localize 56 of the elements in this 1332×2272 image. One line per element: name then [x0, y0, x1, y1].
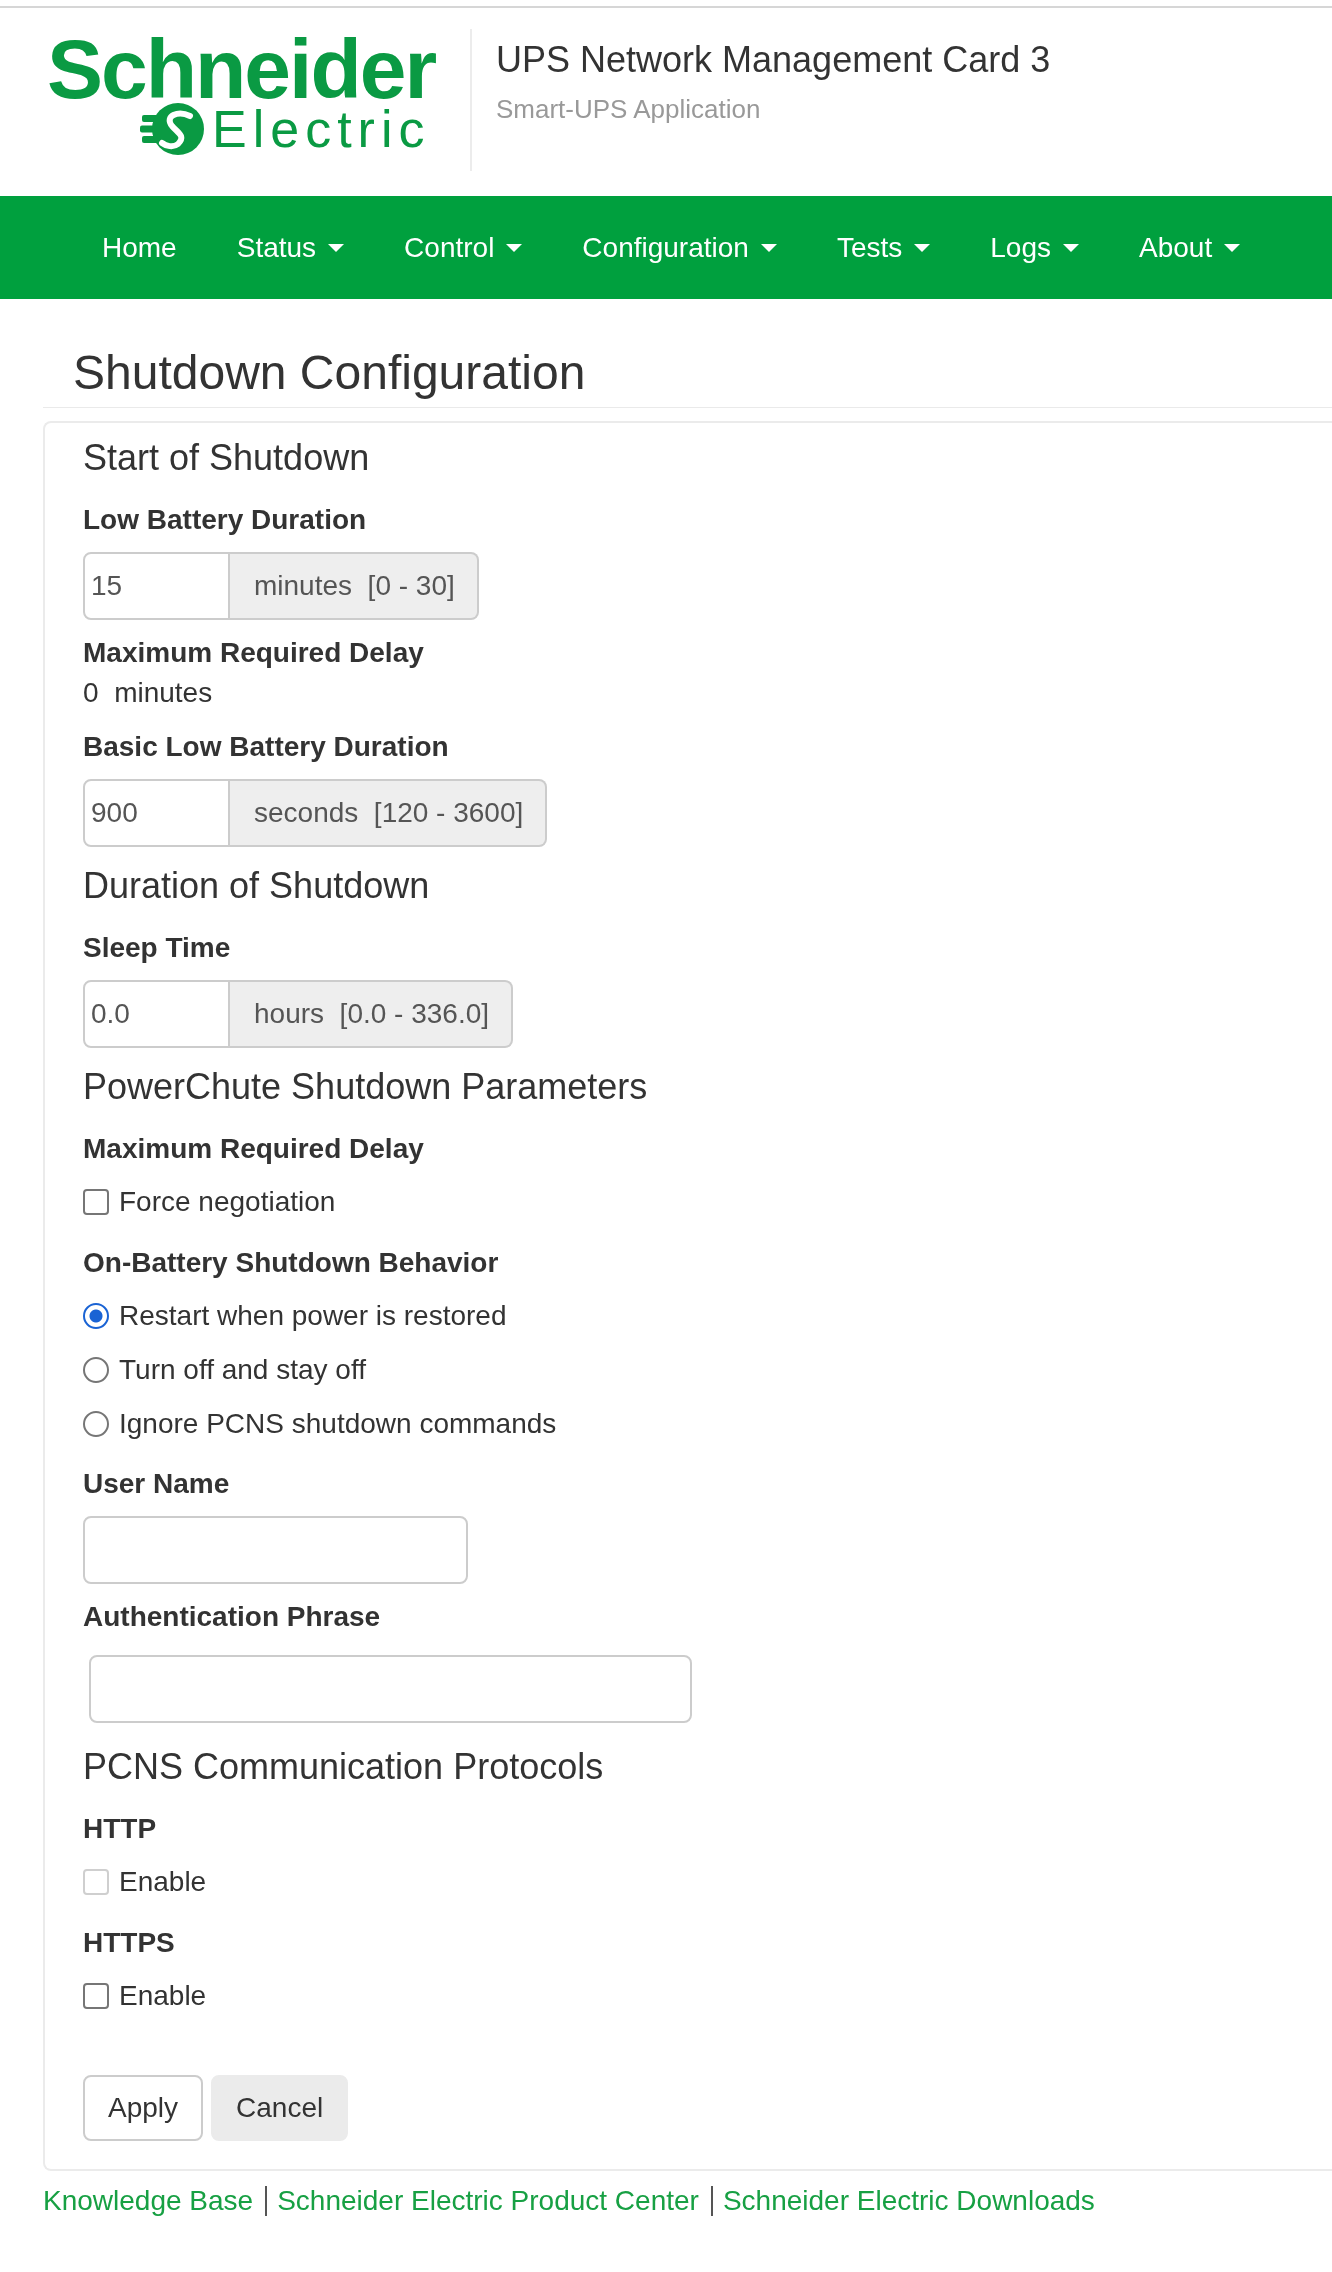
checkbox-label: Enable — [119, 1865, 207, 1899]
field-label: Sleep Time — [83, 931, 231, 965]
form-button[interactable]: Apply — [83, 2075, 204, 2141]
checkbox-label: Force negotiation — [119, 1185, 336, 1219]
unit-addon: hours [0.0 - 336.0] — [230, 980, 514, 1048]
field-label: Maximum Required Delay — [83, 636, 424, 670]
section-heading: PCNS Communication Protocols — [83, 1747, 604, 1787]
radio-label: Turn off and stay off — [119, 1353, 366, 1387]
footer-link[interactable]: Schneider Electric Downloads — [722, 2181, 1095, 2221]
number-input[interactable]: 0.0 — [83, 980, 230, 1048]
caret-icon — [506, 243, 523, 252]
field-label: Authentication Phrase — [83, 1600, 381, 1634]
nav-link[interactable]: Tests — [806, 227, 961, 268]
app-title: UPS Network Management Card 3 — [496, 40, 1051, 80]
nav-link[interactable]: Status — [206, 227, 375, 268]
field-label: User Name — [83, 1467, 230, 1501]
radio-button[interactable] — [83, 1303, 109, 1329]
unit-addon: minutes [0 - 30] — [230, 552, 479, 620]
section-heading: PowerChute Shutdown Parameters — [83, 1067, 648, 1107]
footer-link[interactable]: Schneider Electric Product Center — [277, 2181, 699, 2221]
caret-icon — [1063, 243, 1079, 252]
field-label: HTTPS — [83, 1926, 175, 1960]
radio-button[interactable] — [83, 1411, 109, 1437]
nav-link[interactable]: About — [1109, 227, 1271, 268]
checkbox[interactable] — [83, 1189, 109, 1215]
field-label: Basic Low Battery Duration — [83, 730, 449, 764]
nav-link[interactable]: Logs — [960, 227, 1109, 268]
caret-icon — [760, 243, 777, 252]
radio-label: Restart when power is restored — [119, 1299, 507, 1333]
radio-label: Ignore PCNS shutdown commands — [119, 1407, 557, 1441]
caret-icon — [1224, 243, 1241, 252]
number-input[interactable]: 15 — [83, 552, 230, 620]
nav-link[interactable]: Control — [374, 227, 553, 268]
form-button[interactable]: Cancel — [211, 2075, 349, 2141]
field-label: HTTP — [83, 1812, 157, 1846]
app-subtitle: Smart-UPS Application — [496, 93, 761, 125]
caret-icon — [914, 243, 931, 252]
unit-addon: seconds [120 - 3600] — [230, 779, 548, 847]
radio-button[interactable] — [83, 1357, 109, 1383]
field-label: Maximum Required Delay — [83, 1132, 424, 1166]
logo-icon — [140, 102, 204, 156]
field-label: On-Battery Shutdown Behavior — [83, 1246, 499, 1280]
field-value: 0 minutes — [83, 676, 213, 710]
nav-link[interactable]: Home — [72, 227, 207, 268]
page-title: Shutdown Configuration — [73, 347, 586, 399]
section-heading: Duration of Shutdown — [83, 866, 430, 906]
field-label: Low Battery Duration — [83, 503, 367, 537]
checkbox-label: Enable — [119, 1979, 207, 2013]
nav-link[interactable]: Configuration — [552, 227, 807, 268]
number-input[interactable]: 900 — [83, 779, 230, 847]
checkbox[interactable] — [83, 1983, 109, 2009]
text-input[interactable] — [83, 1516, 468, 1584]
section-heading: Start of Shutdown — [83, 438, 370, 478]
password-input[interactable] — [89, 1655, 692, 1723]
footer-link[interactable]: Knowledge Base — [43, 2181, 254, 2221]
caret-icon — [328, 243, 345, 252]
